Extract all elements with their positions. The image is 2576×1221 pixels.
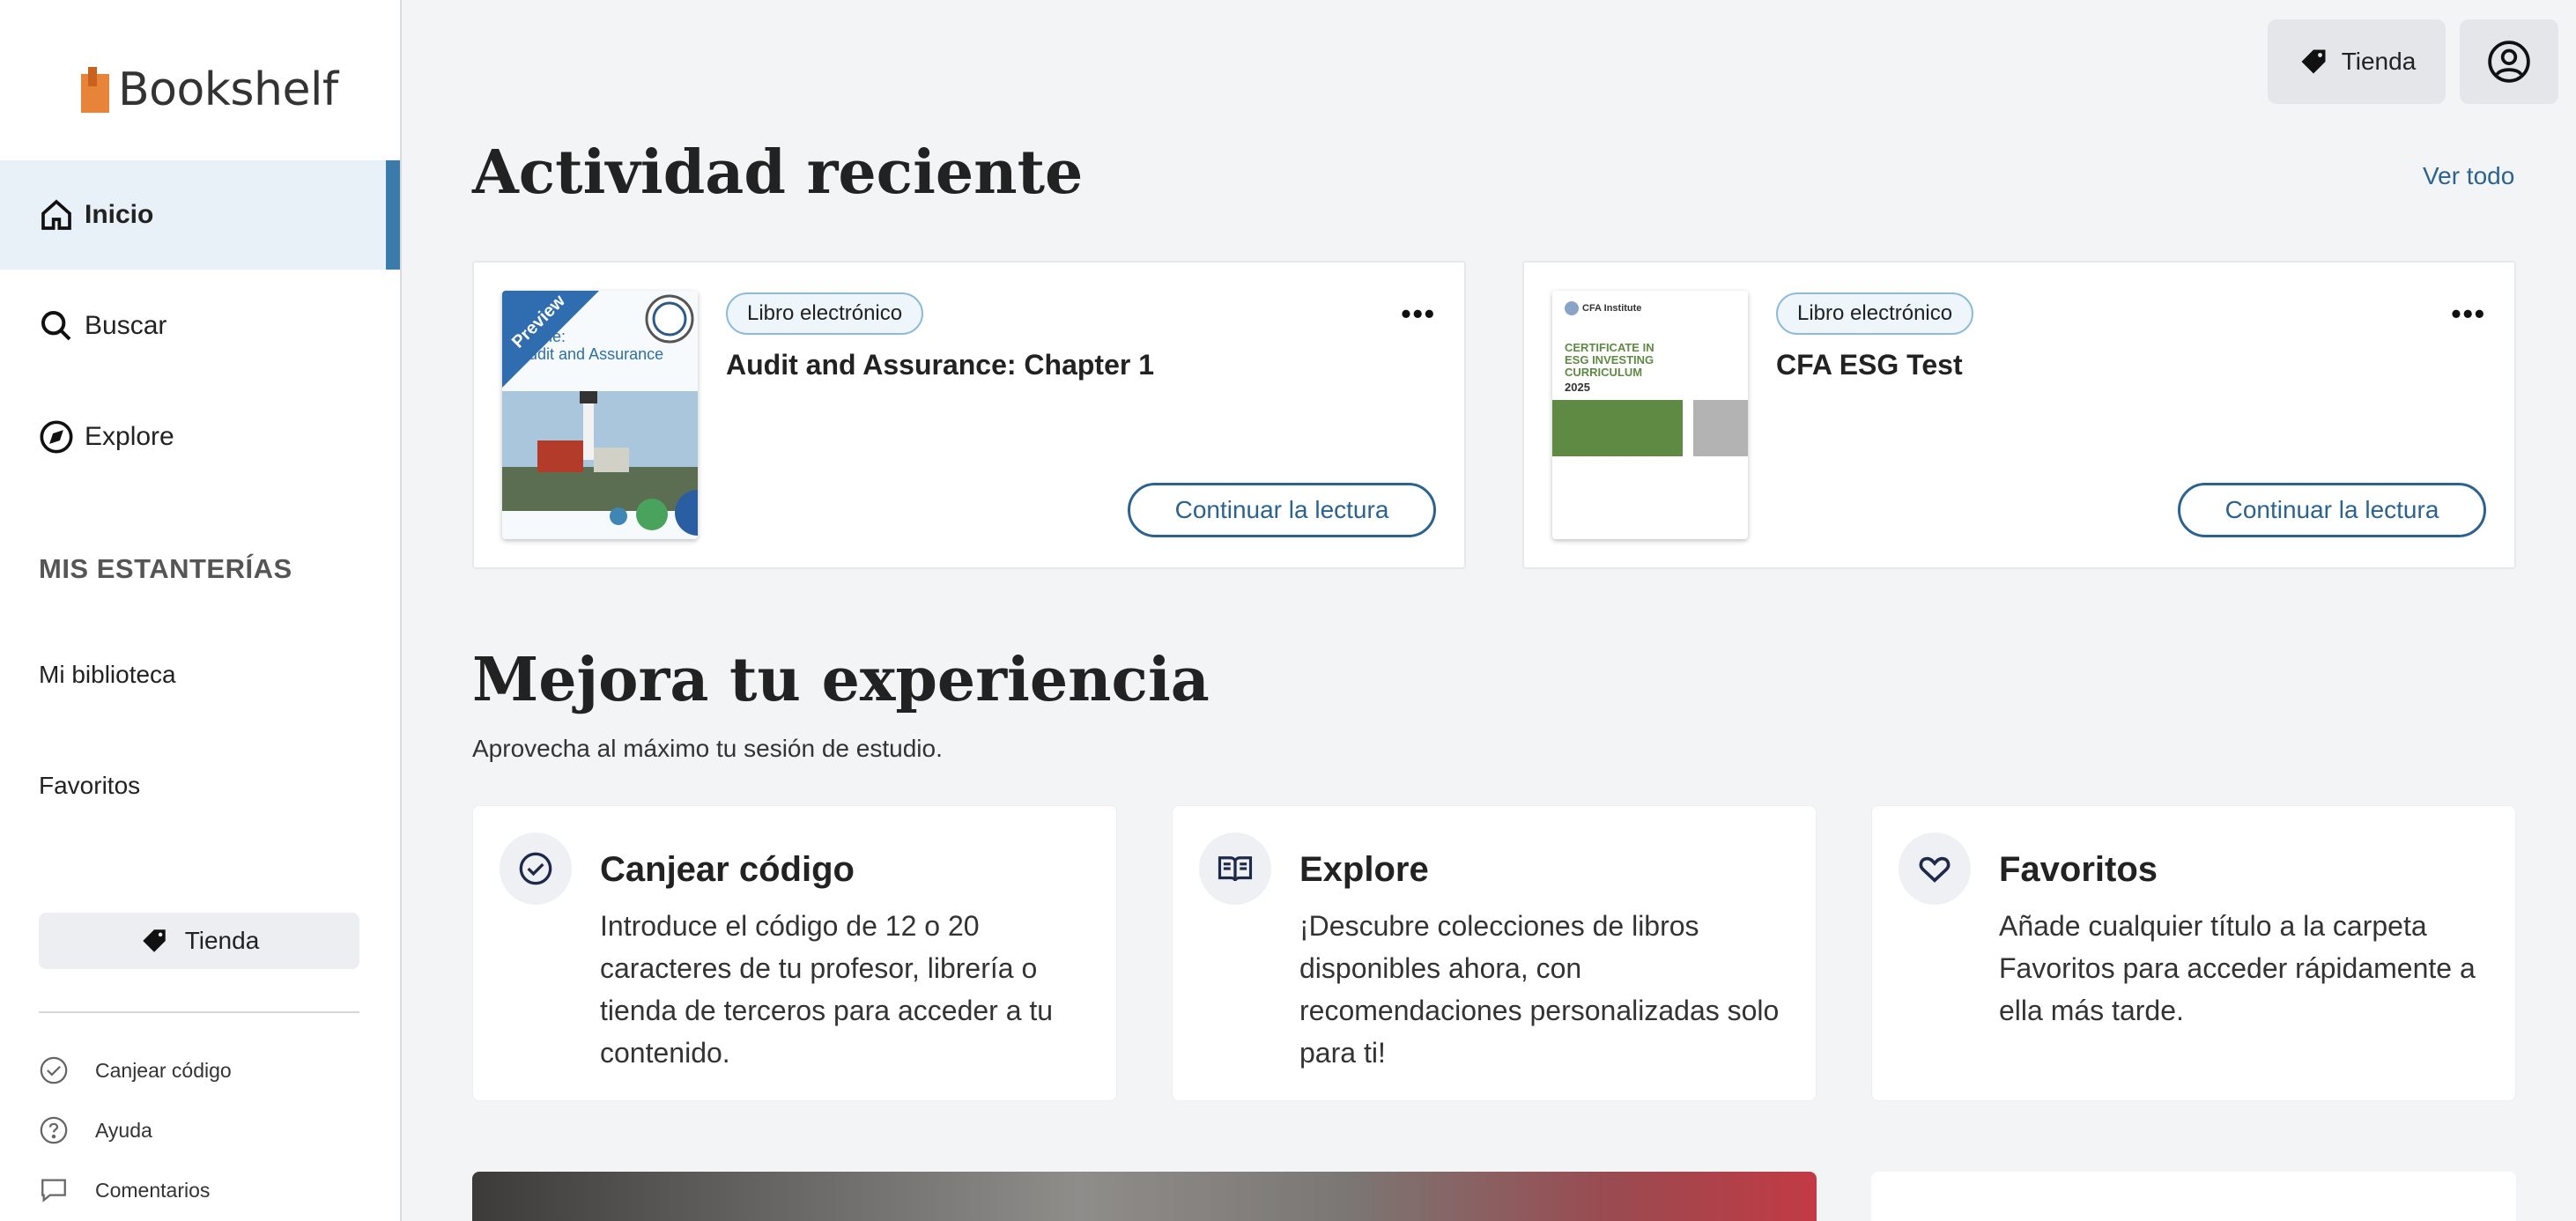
- shelves-heading: MIS ESTANTERÍAS: [39, 553, 292, 584]
- feature-title: Explore: [1299, 850, 1429, 889]
- book-title[interactable]: CFA ESG Test: [1776, 349, 1963, 381]
- open-book-icon: [1218, 856, 1253, 882]
- recent-book-card[interactable]: Preview ume: udit and Assurance Libro el…: [472, 261, 1466, 569]
- footer-help[interactable]: Ayuda: [39, 1115, 152, 1145]
- store-label: Tienda: [184, 927, 260, 954]
- feature-card-favorites[interactable]: Favoritos Añade cualquier título a la ca…: [1871, 805, 2516, 1101]
- feature-card-explore[interactable]: Explore ¡Descubre colecciones de libros …: [1172, 805, 1817, 1101]
- tag-icon: [142, 929, 166, 952]
- footer-link-label: Canjear código: [95, 1058, 232, 1082]
- promo-card[interactable]: [1871, 1172, 2516, 1221]
- cover-year: 2025: [1565, 381, 1590, 394]
- feature-icon-wrap: [500, 832, 572, 905]
- cover-org: CFA Institute: [1582, 303, 1642, 314]
- feature-icon-wrap: [1899, 832, 1971, 905]
- sidebar-item-home[interactable]: Inicio: [0, 160, 400, 270]
- heart-icon: [1919, 856, 1951, 883]
- more-options-icon[interactable]: •••: [2451, 298, 2486, 330]
- check-circle-icon: [40, 1056, 68, 1084]
- feature-title: Favoritos: [1999, 850, 2158, 889]
- sidebar-item-search[interactable]: Buscar: [0, 271, 400, 381]
- footer-comments[interactable]: Comentarios: [39, 1175, 210, 1205]
- check-circle-icon: [519, 852, 552, 885]
- account-icon: [2488, 41, 2530, 83]
- home-icon: [41, 199, 71, 230]
- help-icon: [40, 1116, 68, 1144]
- recent-activity-title: Actividad reciente: [472, 137, 1084, 208]
- top-store-button[interactable]: Tienda: [2268, 19, 2446, 104]
- format-badge: Libro electrónico: [1776, 292, 1974, 335]
- account-button[interactable]: [2460, 19, 2558, 104]
- footer-redeem-code[interactable]: Canjear código: [39, 1055, 232, 1085]
- sidebar-item-label: Buscar: [85, 311, 167, 340]
- cover-heading: CERTIFICATE IN ESG INVESTING CURRICULUM: [1565, 341, 1654, 379]
- top-store-label: Tienda: [2341, 48, 2417, 75]
- feature-description: ¡Descubre colecciones de libros disponib…: [1299, 910, 1780, 1069]
- feature-title: Canjear código: [600, 850, 855, 889]
- sidebar-divider: [39, 1011, 359, 1013]
- sidebar-item-label: Inicio: [85, 200, 154, 229]
- book-cover[interactable]: Preview ume: udit and Assurance: [502, 291, 698, 539]
- recent-book-card[interactable]: CFA Institute CERTIFICATE IN ESG INVESTI…: [1522, 261, 2516, 569]
- cover-title-line1: ume:: [530, 328, 566, 345]
- tag-icon: [2301, 49, 2326, 74]
- sidebar-item-explore[interactable]: Explore: [0, 382, 400, 492]
- cover-title-line2: udit and Assurance: [529, 345, 664, 363]
- footer-link-label: Ayuda: [95, 1118, 152, 1142]
- shelf-my-library[interactable]: Mi biblioteca: [39, 661, 176, 689]
- logo-text: Bookshelf: [118, 63, 338, 116]
- feature-icon-wrap: [1199, 832, 1271, 905]
- more-options-icon[interactable]: •••: [1401, 298, 1436, 330]
- sidebar: Bookshelf Inicio Buscar Explore MIS ESTA…: [0, 0, 402, 1221]
- book-cover[interactable]: CFA Institute CERTIFICATE IN ESG INVESTI…: [1552, 291, 1748, 539]
- feature-description: Añade cualquier título a la carpeta Favo…: [1999, 910, 2476, 1026]
- improve-experience-subtitle: Aprovecha al máximo tu sesión de estudio…: [472, 735, 943, 762]
- improve-experience-title: Mejora tu experiencia: [472, 645, 1210, 715]
- footer-link-label: Comentarios: [95, 1178, 211, 1202]
- promo-banner-image[interactable]: [472, 1172, 1817, 1221]
- feature-description: Introduce el código de 12 o 20 caractere…: [600, 910, 1054, 1069]
- sidebar-item-label: Explore: [85, 422, 174, 451]
- logo[interactable]: Bookshelf: [81, 63, 338, 116]
- cover-art: [1552, 291, 1748, 539]
- see-all-link[interactable]: Ver todo: [2423, 162, 2514, 190]
- format-badge: Libro electrónico: [726, 292, 924, 335]
- store-button[interactable]: Tienda: [39, 913, 359, 969]
- comment-icon: [41, 1179, 66, 1202]
- search-icon: [41, 311, 71, 341]
- feature-card-redeem-code[interactable]: Canjear código Introduce el código de 12…: [472, 805, 1117, 1101]
- continue-reading-button[interactable]: Continuar la lectura: [1128, 483, 1436, 537]
- book-title[interactable]: Audit and Assurance: Chapter 1: [726, 349, 1154, 381]
- compass-icon: [40, 420, 73, 454]
- continue-reading-button[interactable]: Continuar la lectura: [2178, 483, 2486, 537]
- shelf-favorites[interactable]: Favoritos: [39, 772, 140, 800]
- bookshelf-logo-icon: [81, 67, 109, 113]
